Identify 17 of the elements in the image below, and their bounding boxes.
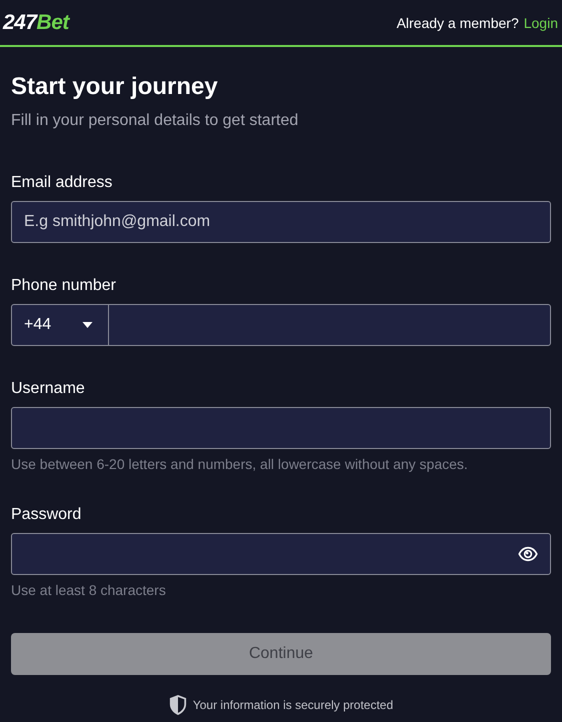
login-link[interactable]: Login	[524, 14, 558, 30]
input-field[interactable]: E.g smithjohn@gmail.com	[11, 201, 551, 243]
logo: 247Bet	[3, 10, 69, 34]
field-label: Phone number	[11, 276, 117, 296]
field-label: Username	[11, 379, 86, 399]
page-subtitle: Fill in your personal details to get started	[11, 112, 300, 130]
field-label: Email address	[11, 173, 114, 193]
field-hint: Use between 6-20 letters and numbers, all lowercase without any spaces.	[11, 456, 469, 472]
member-prompt: Already a member?	[396, 14, 519, 30]
password-field[interactable]	[11, 533, 551, 575]
security-note: Your information is securely protected	[192, 698, 394, 712]
field-hint: Use at least 8 characters	[11, 582, 167, 598]
eye-icon[interactable]	[518, 544, 538, 564]
shield-icon	[168, 695, 187, 715]
page-title: Start your journey	[11, 72, 219, 102]
input-field[interactable]	[11, 407, 551, 449]
field-label: Password	[11, 505, 82, 525]
